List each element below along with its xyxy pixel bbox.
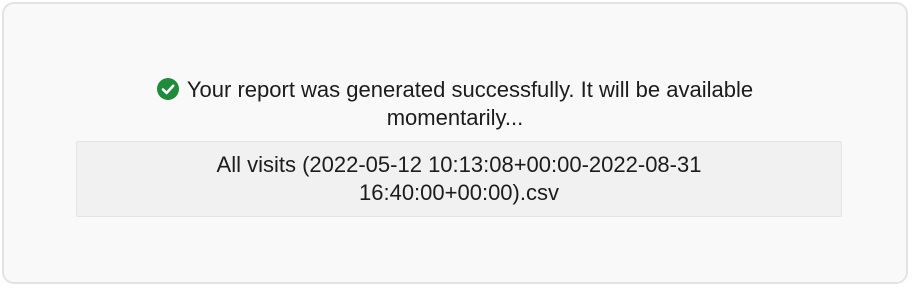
success-message: Your report was generated successfully. … (4, 76, 906, 132)
success-message-text: Your report was generated successfully. … (186, 77, 754, 130)
check-circle-icon (156, 78, 179, 100)
report-file-box: All visits (2022-05-12 10:13:08+00:00-20… (76, 141, 842, 217)
report-status-panel: Your report was generated successfully. … (2, 2, 908, 284)
report-file-name: All visits (2022-05-12 10:13:08+00:00-20… (216, 152, 702, 205)
